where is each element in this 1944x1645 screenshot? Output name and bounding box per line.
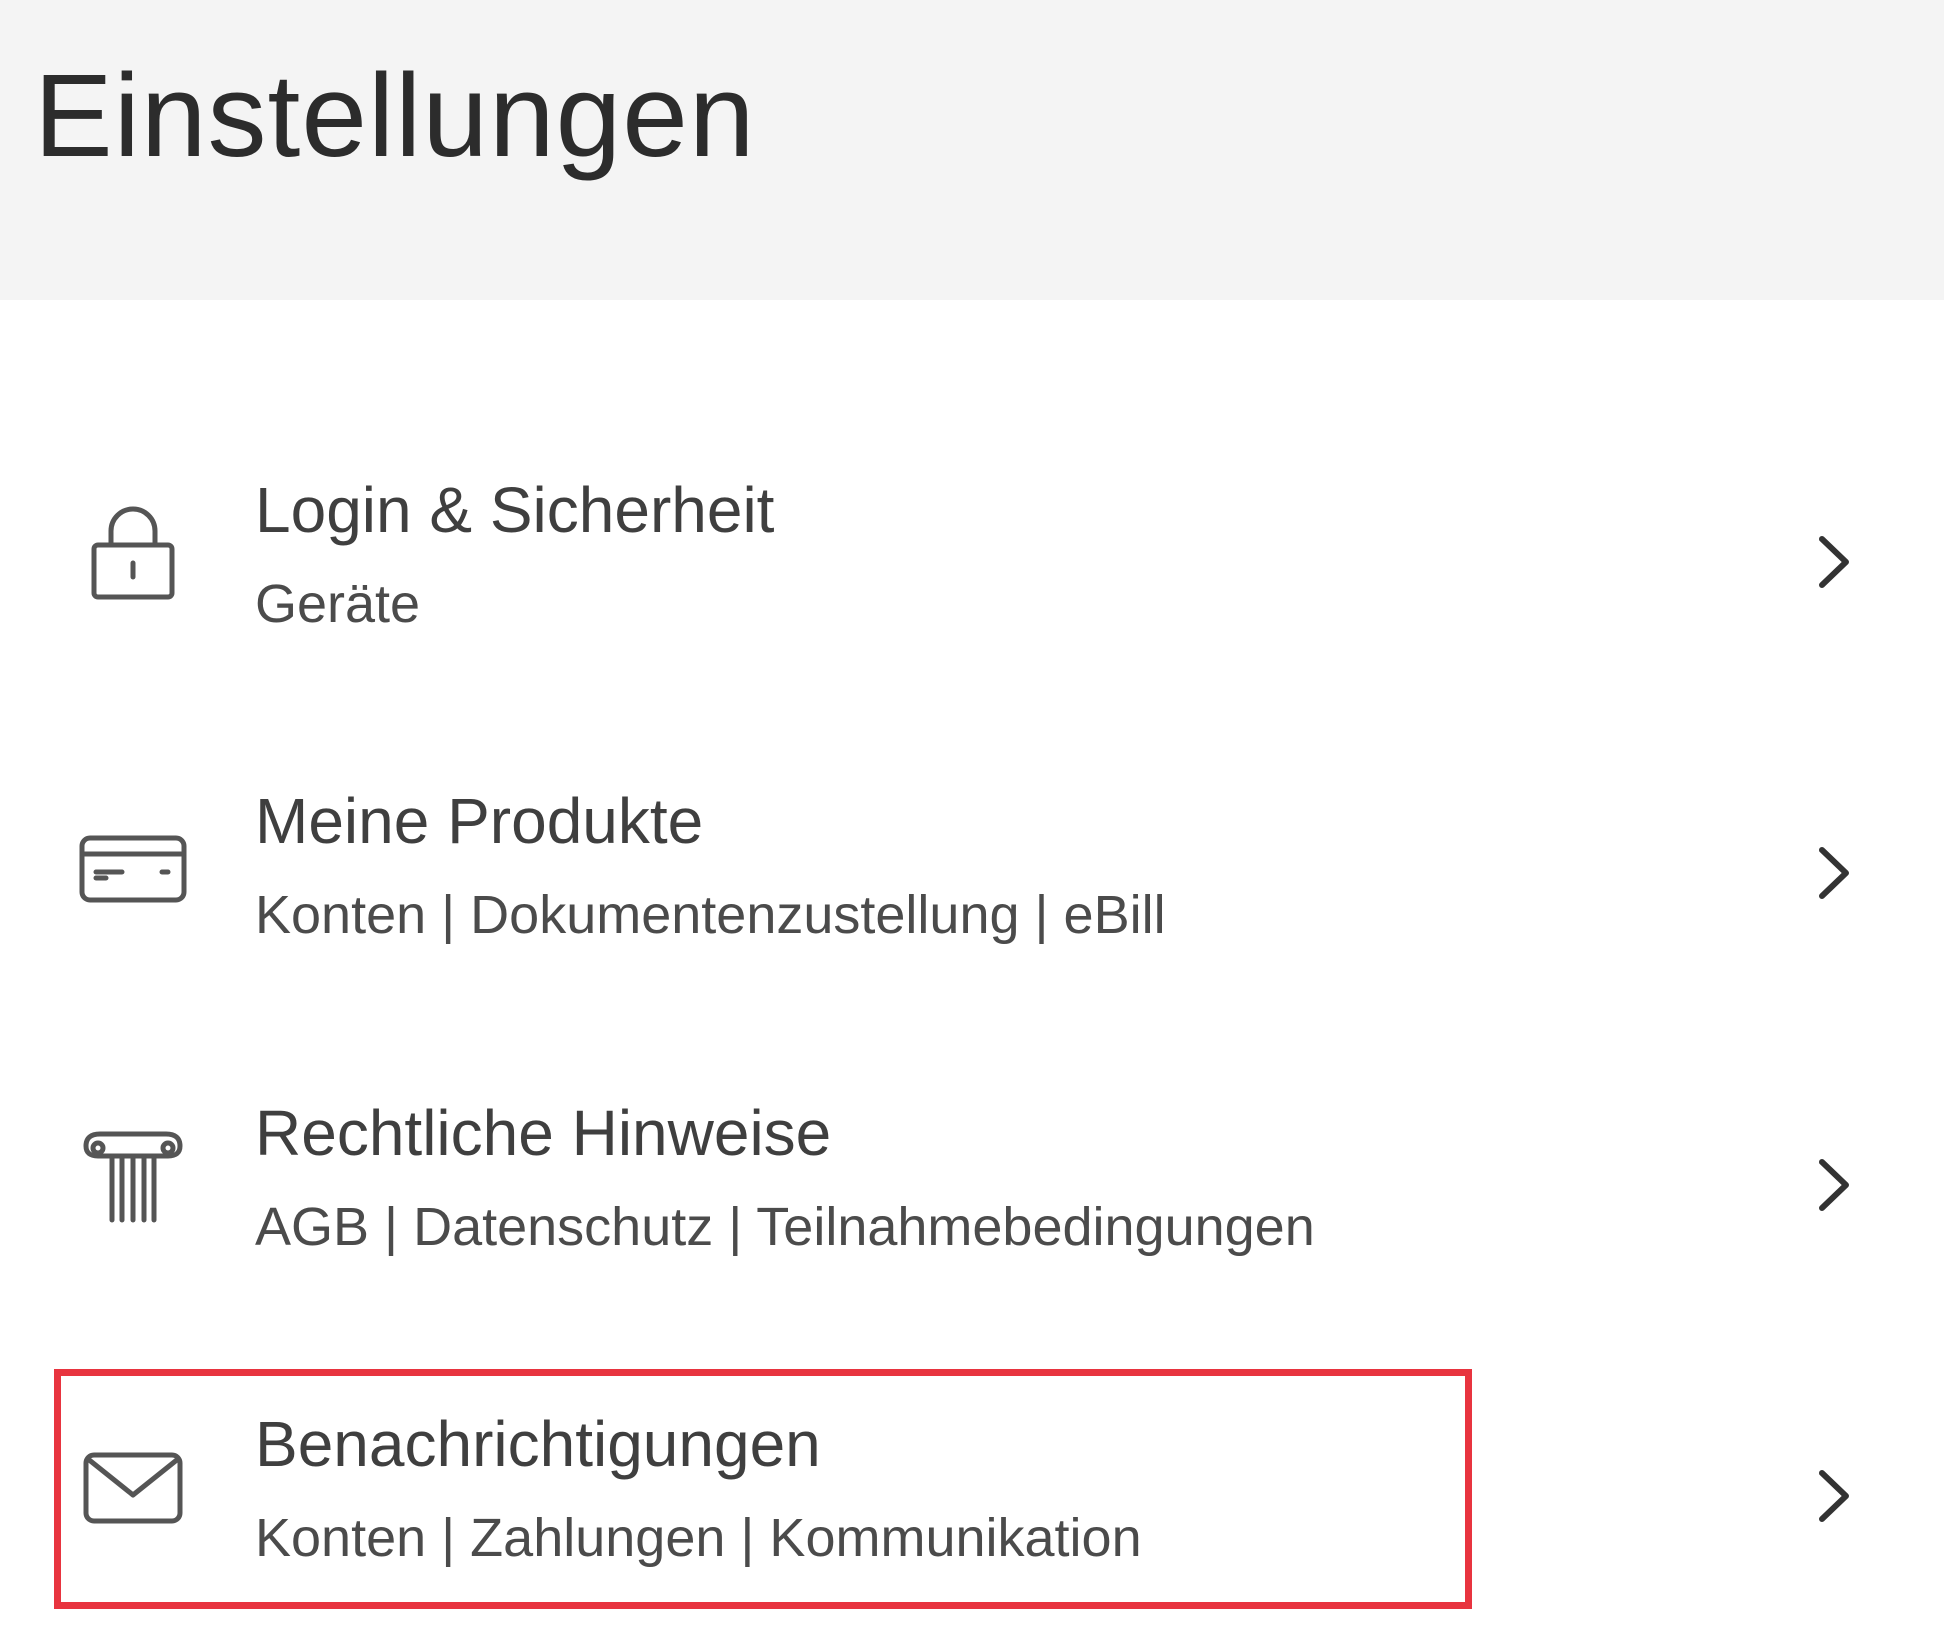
menu-item-subtitle: Geräte bbox=[255, 574, 421, 634]
menu-item-legal-notices[interactable]: Rechtliche Hinweise AGB | Datenschutz | … bbox=[0, 1058, 1944, 1308]
menu-item-notifications[interactable]: Benachrichtigungen Konten | Zahlungen | … bbox=[0, 1369, 1944, 1619]
menu-item-subtitle: Konten | Dokumentenzustellung | eBill bbox=[255, 885, 1166, 945]
column-icon bbox=[78, 1120, 188, 1230]
lock-icon bbox=[78, 497, 188, 607]
menu-item-subtitle: Konten | Zahlungen | Kommunikation bbox=[255, 1508, 1142, 1568]
menu-item-my-products[interactable]: Meine Produkte Konten | Dokumentenzustel… bbox=[0, 746, 1944, 996]
menu-item-title: Benachrichtigungen bbox=[255, 1408, 821, 1480]
menu-item-subtitle: AGB | Datenschutz | Teilnahmebedingungen bbox=[255, 1197, 1315, 1257]
card-icon bbox=[78, 808, 188, 918]
chevron-right-icon bbox=[1810, 1461, 1860, 1531]
envelope-icon bbox=[78, 1431, 188, 1541]
chevron-right-icon bbox=[1810, 838, 1860, 908]
menu-item-login-security[interactable]: Login & Sicherheit Geräte bbox=[0, 435, 1944, 685]
menu-item-title: Meine Produkte bbox=[255, 785, 704, 857]
page-title: Einstellungen bbox=[34, 50, 756, 182]
menu-item-title: Rechtliche Hinweise bbox=[255, 1097, 832, 1169]
chevron-right-icon bbox=[1810, 1150, 1860, 1220]
settings-page: Einstellungen Login & Sicherheit Geräte bbox=[0, 0, 1944, 1645]
chevron-right-icon bbox=[1810, 527, 1860, 597]
menu-item-title: Login & Sicherheit bbox=[255, 474, 775, 546]
page-header: Einstellungen bbox=[0, 0, 1944, 300]
